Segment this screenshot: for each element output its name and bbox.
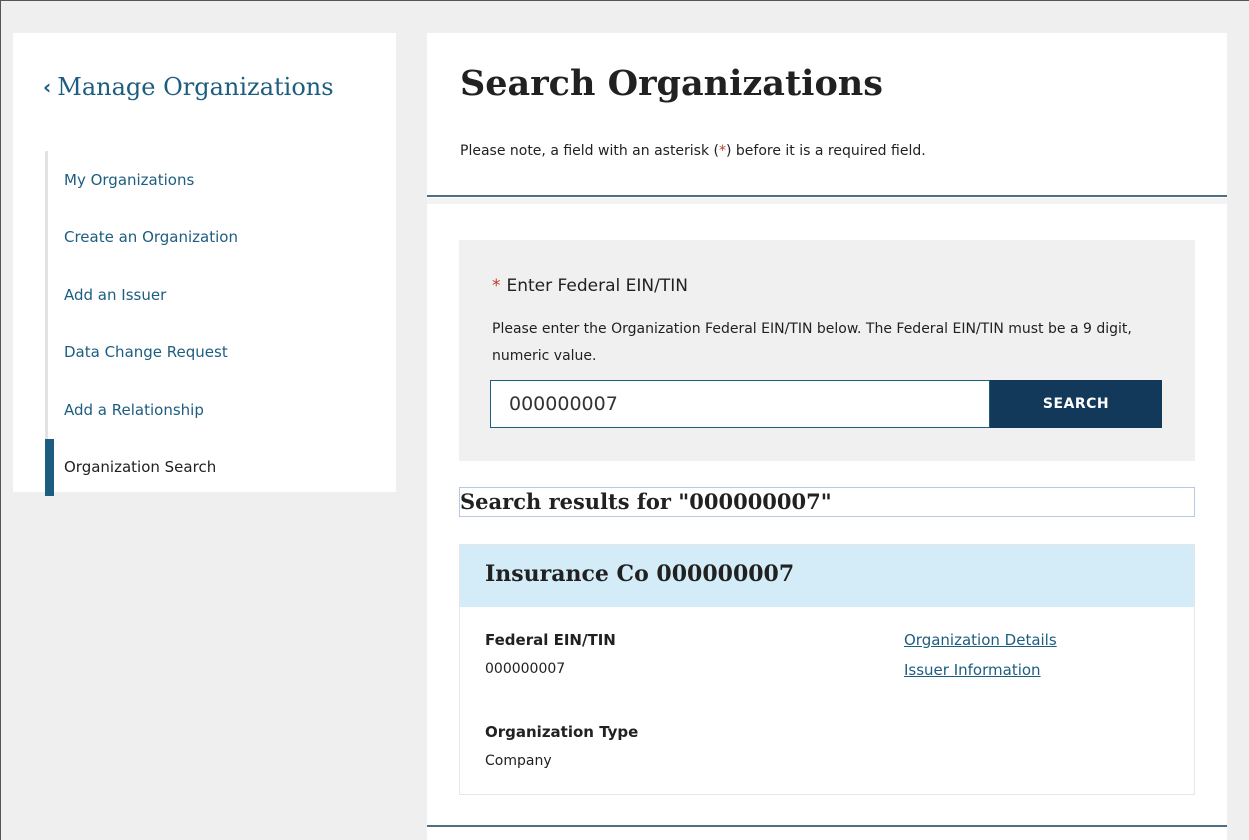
search-panel: * Enter Federal EIN/TIN Please enter the … <box>459 240 1195 461</box>
ein-search-input[interactable] <box>490 380 990 428</box>
result-card-title: Insurance Co 000000007 <box>485 561 795 587</box>
organization-type-label: Organization Type <box>485 723 639 741</box>
sidebar-item-organization-search[interactable]: Organization Search <box>45 438 385 496</box>
sidebar-item-data-change-request[interactable]: Data Change Request <box>45 323 385 381</box>
required-asterisk: * <box>492 276 501 296</box>
sidebar-item-add-issuer[interactable]: Add an Issuer <box>45 266 385 324</box>
result-card: Insurance Co 000000007 Federal EIN/TIN 0… <box>459 544 1195 795</box>
ein-value: 000000007 <box>485 661 566 677</box>
results-heading: Search results for "000000007" <box>459 487 1195 517</box>
required-field-note: Please note, a field with an asterisk (*… <box>460 143 926 159</box>
main-panel: Search Organizations Please note, a fiel… <box>427 33 1227 840</box>
chevron-left-icon: ‹ <box>43 75 52 99</box>
ein-label-text: Enter Federal EIN/TIN <box>506 276 688 296</box>
section-gutter <box>427 198 1227 204</box>
sidebar-item-my-organizations[interactable]: My Organizations <box>45 151 385 209</box>
sidebar-header-label: Manage Organizations <box>57 73 334 101</box>
sidebar-item-add-relationship[interactable]: Add a Relationship <box>45 381 385 439</box>
organization-details-link[interactable]: Organization Details <box>904 631 1057 649</box>
sidebar-back-link[interactable]: ‹ Manage Organizations <box>43 65 373 109</box>
result-card-header: Insurance Co 000000007 <box>460 545 1194 607</box>
header-divider <box>427 195 1227 197</box>
issuer-information-link[interactable]: Issuer Information <box>904 661 1041 679</box>
note-text-before: Please note, a field with an asterisk ( <box>460 143 719 159</box>
sidebar: ‹ Manage Organizations My Organizations … <box>13 33 396 496</box>
ein-field-help: Please enter the Organization Federal EI… <box>492 321 1132 364</box>
ein-label: Federal EIN/TIN <box>485 631 616 649</box>
sidebar-nav: My Organizations Create an Organization … <box>45 151 385 496</box>
required-asterisk: * <box>719 143 726 159</box>
sidebar-item-create-organization[interactable]: Create an Organization <box>45 208 385 266</box>
page-title: Search Organizations <box>460 63 883 104</box>
note-text-after: ) before it is a required field. <box>726 143 926 159</box>
footer-divider <box>427 825 1227 827</box>
ein-field-label: * Enter Federal EIN/TIN <box>492 276 688 296</box>
search-button[interactable]: SEARCH <box>990 380 1162 428</box>
organization-type-value: Company <box>485 753 552 769</box>
